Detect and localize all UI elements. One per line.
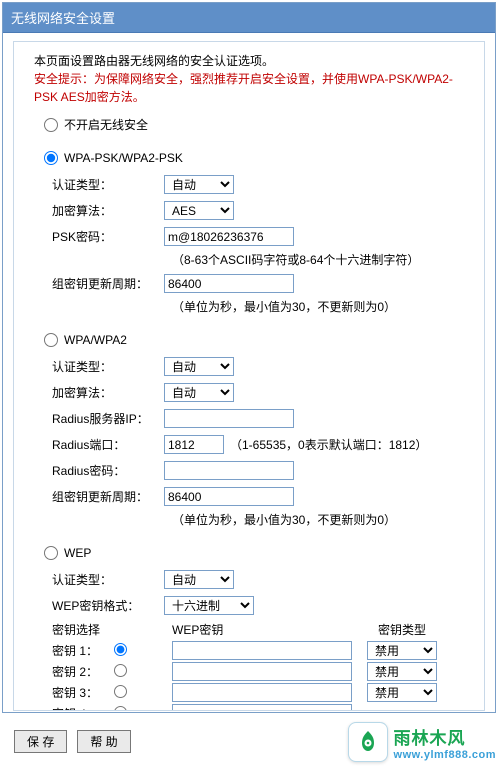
wep-col-select: 密钥选择 [44, 621, 172, 638]
radio-disable[interactable] [44, 118, 58, 132]
wep-auth-label: 认证类型： [44, 571, 164, 588]
wep-key4-label: 密钥 4： [44, 705, 114, 711]
wep-key4-input[interactable] [172, 704, 352, 711]
wpa-radiusport-input[interactable] [164, 435, 224, 454]
wpa-radiusport-label: Radius端口： [44, 436, 164, 453]
radio-wep[interactable] [44, 546, 58, 560]
wep-key3-input[interactable] [172, 683, 352, 702]
section-wpa: WPA/WPA2 认证类型： 自动 加密算法： 自动 Radius服务器IP： … [44, 333, 464, 528]
wep-key-row: 密钥 2： 禁用 [44, 662, 464, 681]
wpapsk-rekey-label: 组密钥更新周期： [44, 275, 164, 292]
radio-wpapsk[interactable] [44, 151, 58, 165]
wep-key2-label: 密钥 2： [44, 663, 114, 680]
wpapsk-psk-input[interactable] [164, 227, 294, 246]
radio-wep-label: WEP [64, 546, 91, 560]
wpa-radiuspw-label: Radius密码： [44, 462, 164, 479]
watermark-cn: 雨林木风 [394, 724, 496, 749]
wep-key1-type[interactable]: 禁用 [367, 641, 437, 660]
intro-text: 本页面设置路由器无线网络的安全认证选项。 安全提示：为保障网络安全，强烈推荐开启… [34, 52, 464, 106]
wpapsk-rekey-input[interactable] [164, 274, 294, 293]
panel-body: 本页面设置路由器无线网络的安全认证选项。 安全提示：为保障网络安全，强烈推荐开启… [13, 41, 485, 711]
wpa-rekey-hint: （单位为秒，最小值为30，不更新则为0） [172, 511, 464, 528]
wep-key3-type[interactable]: 禁用 [367, 683, 437, 702]
wpapsk-enc-label: 加密算法： [44, 202, 164, 219]
wpapsk-auth-label: 认证类型： [44, 176, 164, 193]
watermark-text: 雨林木风 www.ylmf888.com [394, 724, 496, 761]
wpapsk-rekey-hint: （单位为秒，最小值为30，不更新则为0） [172, 298, 464, 315]
wep-key1-input[interactable] [172, 641, 352, 660]
wep-table-header: 密钥选择 WEP密钥 密钥类型 [44, 621, 464, 638]
wpa-radiusip-label: Radius服务器IP： [44, 410, 164, 427]
watermark: 雨林木风 www.ylmf888.com [348, 722, 496, 762]
help-button[interactable]: 帮 助 [77, 730, 130, 753]
wep-col-type: 密钥类型 [362, 621, 442, 638]
intro-warning: 安全提示：为保障网络安全，强烈推荐开启安全设置，并使用WPA-PSK/WPA2-… [34, 72, 453, 104]
wpa-radiuspw-input[interactable] [164, 461, 294, 480]
wep-format-label: WEP密钥格式： [44, 597, 164, 614]
save-button[interactable]: 保 存 [14, 730, 67, 753]
section-wpapsk: WPA-PSK/WPA2-PSK 认证类型： 自动 加密算法： AES PSK密… [44, 151, 464, 315]
wpa-auth-label: 认证类型： [44, 358, 164, 375]
wpa-enc-label: 加密算法： [44, 384, 164, 401]
wep-key-row: 密钥 4： [44, 704, 464, 711]
wpapsk-enc-select[interactable]: AES [164, 201, 234, 220]
wpapsk-psk-label: PSK密码： [44, 228, 164, 245]
radio-wpa[interactable] [44, 333, 58, 347]
section-disable: 不开启无线安全 [44, 116, 464, 133]
wpa-auth-select[interactable]: 自动 [164, 357, 234, 376]
radio-disable-label: 不开启无线安全 [64, 116, 148, 133]
watermark-icon [348, 722, 388, 762]
section-wep: WEP 认证类型： 自动 WEP密钥格式： 十六进制 密钥选择 WEP密钥 密钥… [44, 546, 464, 711]
wep-key3-radio[interactable] [114, 685, 127, 698]
radio-wpapsk-label: WPA-PSK/WPA2-PSK [64, 151, 183, 165]
wpa-radiusip-input[interactable] [164, 409, 294, 428]
wep-key-row: 密钥 3： 禁用 [44, 683, 464, 702]
wep-key1-label: 密钥 1： [44, 642, 114, 659]
radio-wpa-label: WPA/WPA2 [64, 333, 127, 347]
wep-auth-select[interactable]: 自动 [164, 570, 234, 589]
wpapsk-auth-select[interactable]: 自动 [164, 175, 234, 194]
wep-col-key: WEP密钥 [172, 621, 362, 638]
wep-key3-label: 密钥 3： [44, 684, 114, 701]
footer-buttons: 保 存 帮 助 [14, 730, 131, 753]
wep-key-row: 密钥 1： 禁用 [44, 641, 464, 660]
wep-key4-radio[interactable] [114, 706, 127, 712]
wpa-radiusport-hint: （1-65535，0表示默认端口：1812） [230, 436, 427, 453]
wpa-rekey-input[interactable] [164, 487, 294, 506]
wep-key2-type[interactable]: 禁用 [367, 662, 437, 681]
settings-panel: 无线网络安全设置 本页面设置路由器无线网络的安全认证选项。 安全提示：为保障网络… [2, 2, 496, 713]
watermark-url: www.ylmf888.com [394, 749, 496, 761]
wep-format-select[interactable]: 十六进制 [164, 596, 254, 615]
wep-key1-radio[interactable] [114, 643, 127, 656]
panel-title: 无线网络安全设置 [3, 3, 495, 33]
wpa-rekey-label: 组密钥更新周期： [44, 488, 164, 505]
wep-key2-radio[interactable] [114, 664, 127, 677]
intro-line1: 本页面设置路由器无线网络的安全认证选项。 [34, 54, 274, 68]
wpa-enc-select[interactable]: 自动 [164, 383, 234, 402]
wep-key2-input[interactable] [172, 662, 352, 681]
wpapsk-psk-hint: （8-63个ASCII码字符或8-64个十六进制字符） [172, 251, 464, 268]
